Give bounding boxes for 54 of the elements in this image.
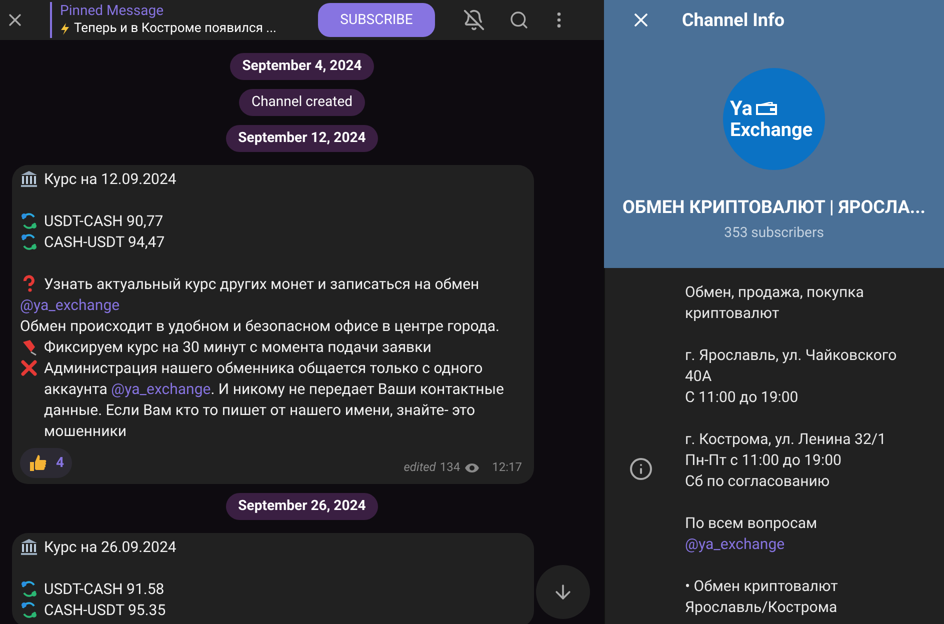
subscriber-count: 353 subscribers — [724, 224, 824, 243]
date-pill: September 12, 2024 — [226, 125, 378, 152]
bank-icon — [20, 170, 38, 188]
description-text: • Обмен криптовалют — [685, 576, 839, 597]
logo-text: Exchange — [730, 119, 813, 141]
bank-icon — [20, 538, 38, 556]
pinned-message[interactable]: Pinned Message Теперь и в Костроме появился ... — [50, 2, 300, 38]
cross-mark-icon — [20, 359, 38, 377]
logo-text: Ya — [730, 97, 752, 119]
edited-label: edited — [404, 459, 436, 476]
description-text: Обмен, продажа, покупка криптовалют — [685, 282, 865, 324]
message-text: Курс на 26.09.2024 — [44, 537, 176, 558]
view-count: 134 — [440, 459, 460, 476]
panel-title: Channel Info — [682, 8, 785, 32]
exchange-icon — [20, 212, 38, 230]
description-text: Пн-Пт с 11:00 до 19:00 — [685, 450, 842, 471]
message-text: Фиксируем курс на 30 минут с момента подачи заявки — [44, 337, 432, 358]
message-text: USDT-CASH 91.58 — [44, 579, 164, 600]
pinned-text: Теперь и в Костроме появился ... — [74, 20, 276, 38]
date-pill: September 4, 2024 — [230, 53, 374, 80]
channel-name: ОБМЕН КРИПТОВАЛЮТ | ЯРОСЛА... — [622, 196, 926, 220]
info-icon — [628, 457, 652, 481]
thumbs-up-icon — [28, 453, 48, 473]
search-icon[interactable] — [509, 10, 529, 30]
date-pill: September 26, 2024 — [226, 493, 378, 520]
mention-link[interactable]: @ya_exchange — [20, 295, 120, 316]
mention-link[interactable]: @ya_exchange — [111, 380, 211, 398]
wallet-icon — [756, 102, 778, 114]
message-text: Курс на 12.09.2024 — [44, 169, 176, 190]
exchange-icon — [20, 601, 38, 619]
message-text: Обмен происходит в удобном и безопасном офисе в центре города. — [20, 316, 500, 337]
message-text: Узнать актуальный курс других монет и записаться на обмен — [44, 274, 480, 295]
mention-link[interactable]: @ya_exchange — [685, 534, 785, 555]
exchange-icon — [20, 580, 38, 598]
message-time: 12:17 — [492, 459, 522, 476]
reaction-chip[interactable]: 4 — [20, 448, 72, 478]
bell-off-icon[interactable] — [463, 9, 485, 31]
message-text: USDT-CASH 90,77 — [44, 211, 164, 232]
description-text: г. Ярославль, ул. Чайковского 40А — [685, 345, 898, 387]
service-message: Channel created — [239, 89, 365, 116]
message-text: CASH-USDT 95.35 — [44, 600, 166, 621]
pinned-title: Pinned Message — [60, 2, 164, 20]
exchange-icon — [20, 233, 38, 251]
pushpin-icon — [20, 338, 38, 356]
eye-icon — [464, 462, 480, 474]
lightning-icon — [60, 23, 70, 35]
description-text: С 11:00 до 19:00 — [685, 387, 800, 408]
description-text: Сб по согласованию — [685, 471, 831, 492]
message-text: CASH-USDT 94,47 — [44, 232, 165, 253]
description-text: По всем вопросам — [685, 513, 818, 534]
message-text: Администрация нашего обменника общается только с одного аккаунта @ya_exchange. И никому не передает Ваши контактные данные. Если Вам кто то пишет от нашего имени, знайте- это мошенники — [44, 358, 505, 442]
subscribe-button[interactable]: SUBSCRIBE — [318, 3, 435, 37]
description-text: Ярославль/Кострома — [685, 597, 838, 618]
description-text: г. Кострома, ул. Ленина 32/1 — [685, 429, 888, 450]
